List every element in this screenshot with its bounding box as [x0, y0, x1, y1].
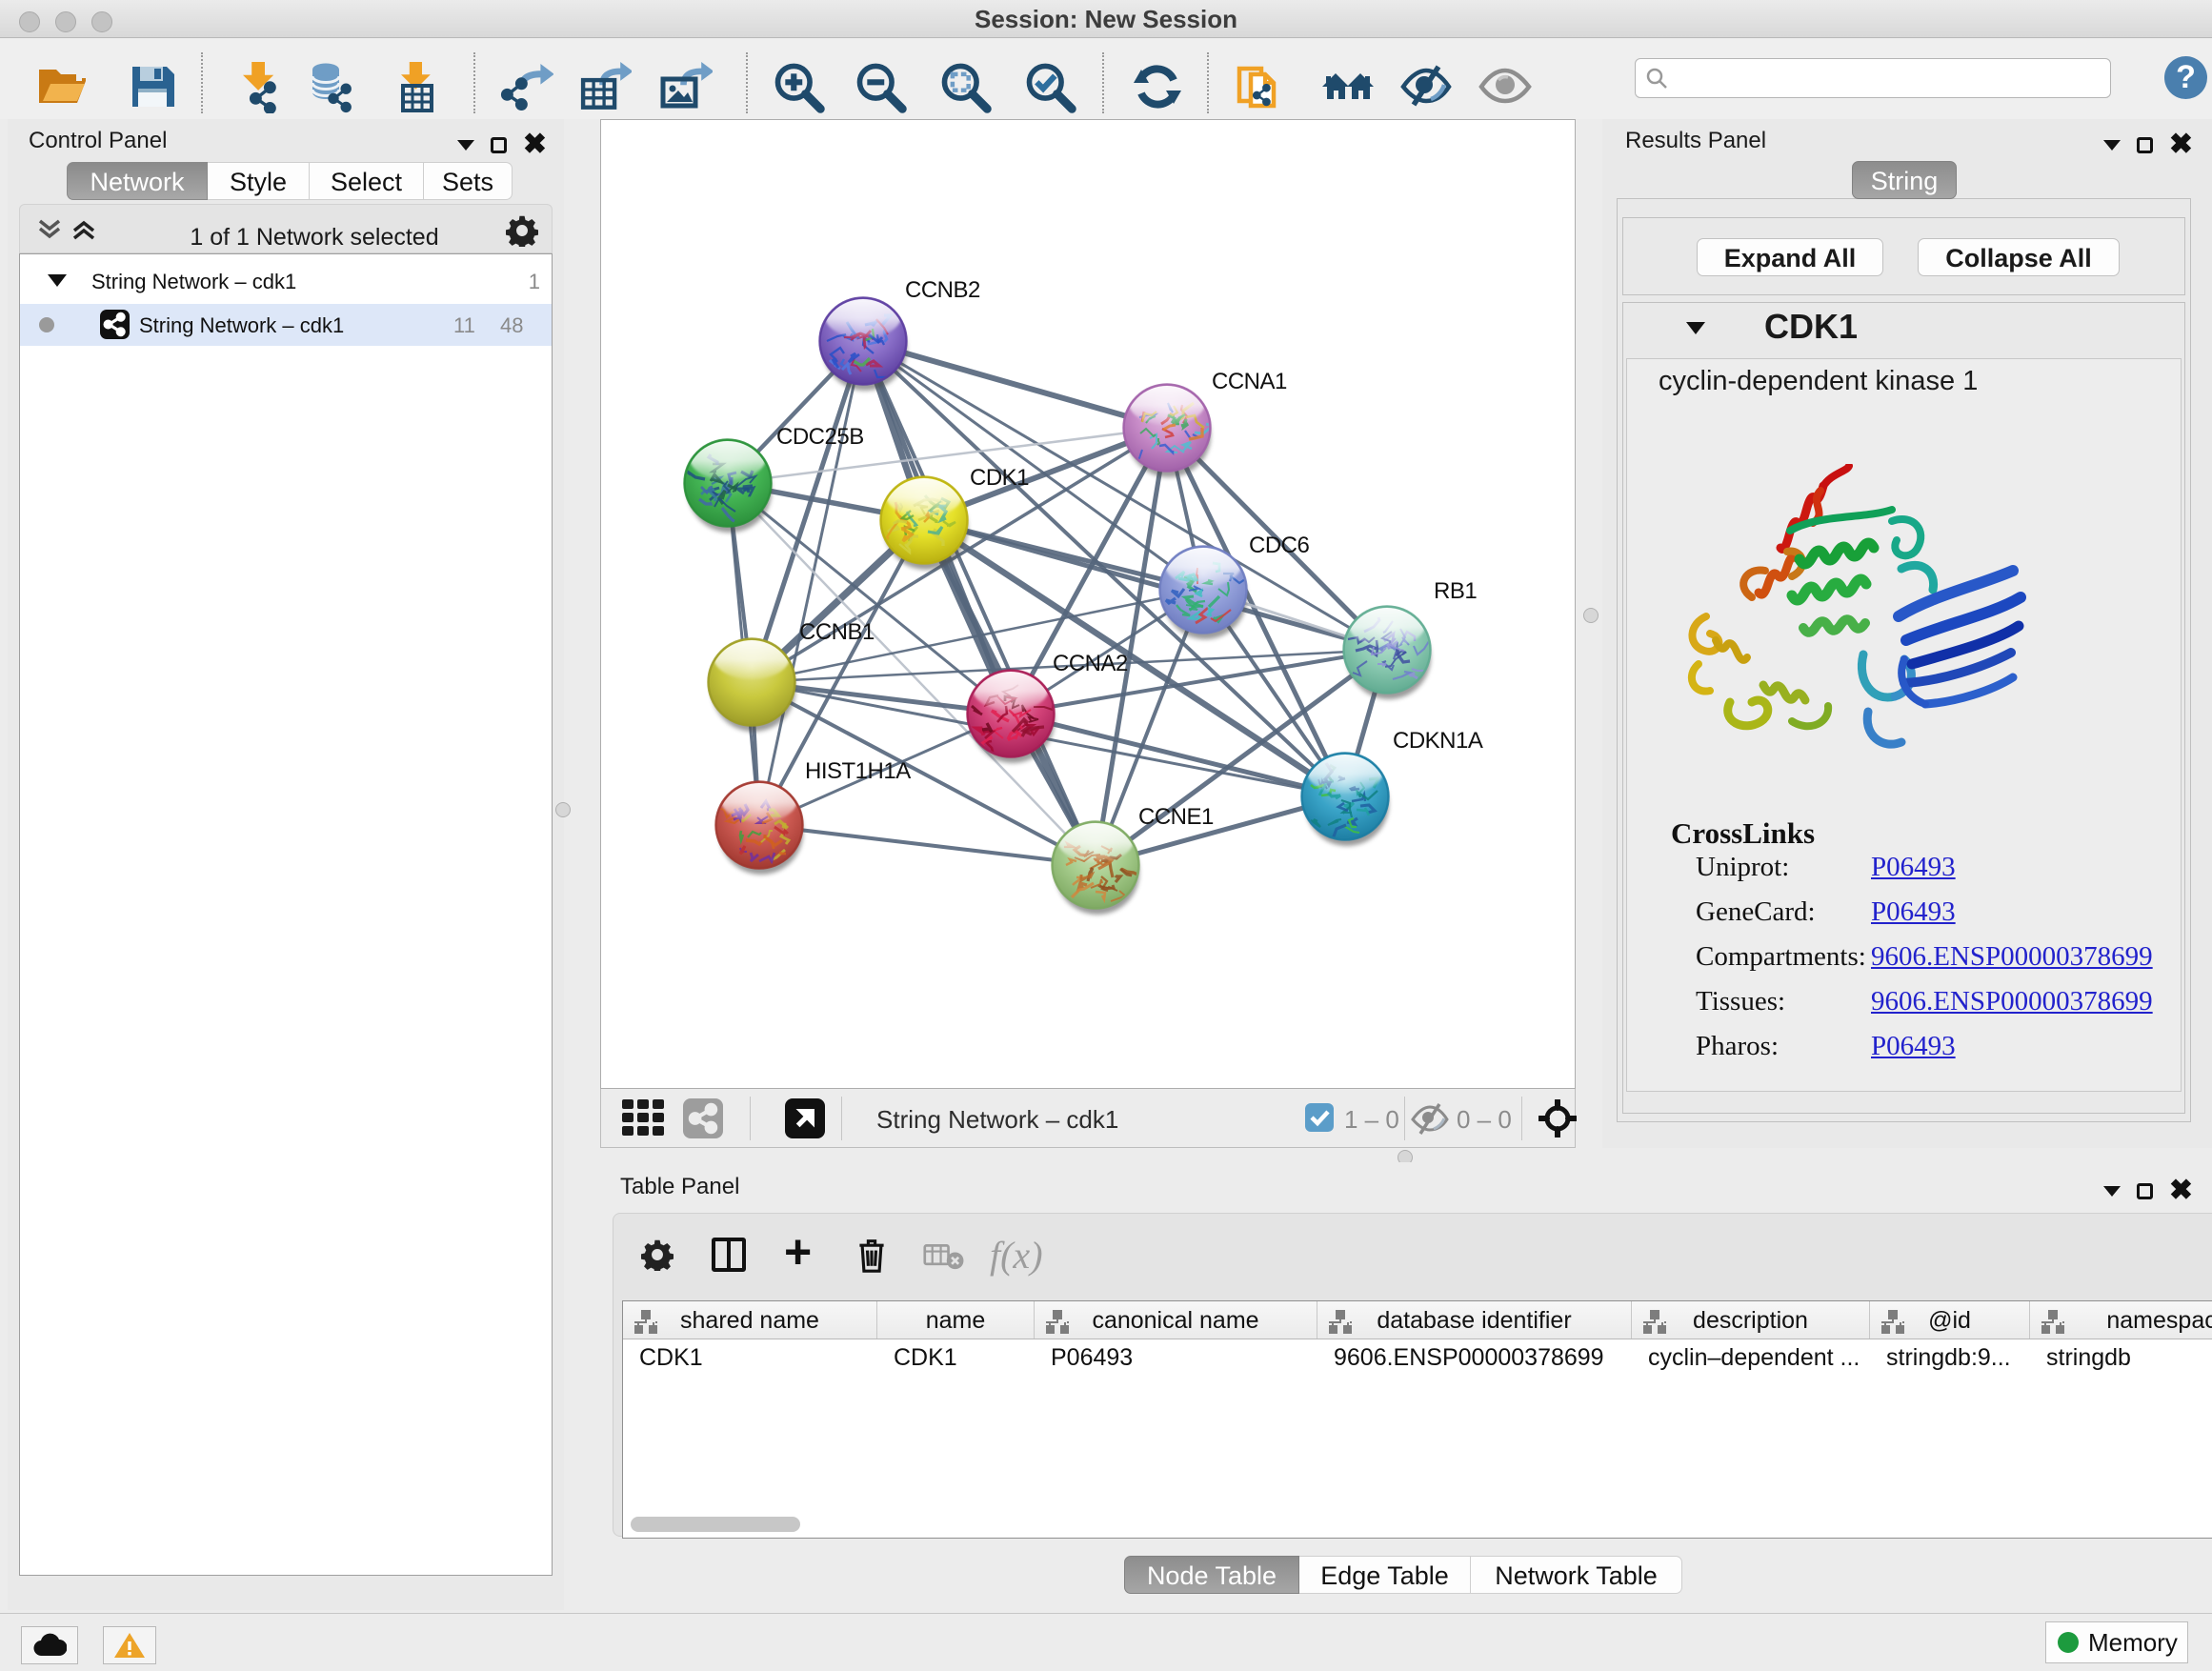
svg-text:CCNA1: CCNA1 [1212, 369, 1287, 394]
svg-text:HIST1H1A: HIST1H1A [805, 758, 911, 784]
svg-text:CDC6: CDC6 [1249, 533, 1309, 558]
svg-text:CDC25B: CDC25B [776, 424, 864, 450]
svg-text:CCNB2: CCNB2 [905, 277, 980, 303]
svg-text:CCNE1: CCNE1 [1138, 804, 1214, 830]
svg-text:CCNB1: CCNB1 [799, 619, 875, 645]
svg-text:CDK1: CDK1 [970, 465, 1029, 491]
svg-text:RB1: RB1 [1434, 578, 1477, 604]
svg-text:CCNA2: CCNA2 [1053, 651, 1128, 676]
svg-text:CDKN1A: CDKN1A [1393, 728, 1483, 754]
